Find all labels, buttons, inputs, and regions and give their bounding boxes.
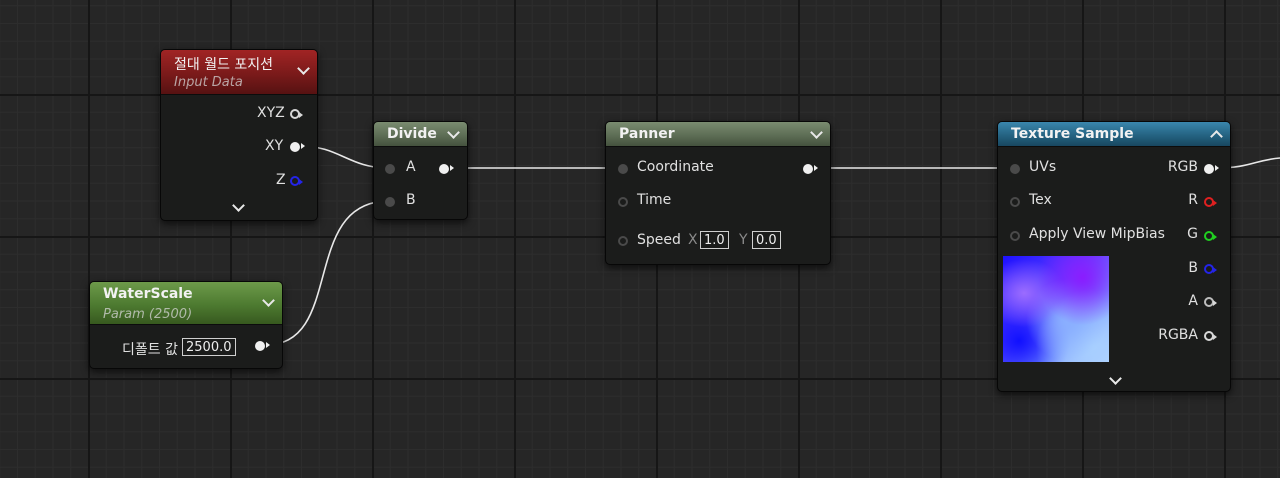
collapse-chevron-icon[interactable] (262, 294, 275, 307)
output-pin-b[interactable] (1204, 264, 1217, 274)
output-pin-rgb[interactable] (1204, 164, 1219, 174)
output-pin-rgba[interactable] (1204, 331, 1217, 341)
input-pin-coordinate[interactable] (618, 164, 628, 174)
water-scale-node[interactable]: WaterScale Param (2500) 디폴트 값 2500.0 (89, 281, 283, 369)
output-label-b: B (1188, 260, 1198, 276)
input-pin-b[interactable] (385, 197, 395, 207)
output-pin-g[interactable] (1204, 231, 1217, 241)
input-label-apply-view-mipbias: Apply View MipBias (1029, 226, 1165, 242)
output-pin-result[interactable] (439, 164, 454, 174)
texture-preview-thumbnail[interactable] (1003, 256, 1109, 362)
node-title: WaterScale (103, 286, 193, 302)
default-value-field[interactable]: 2500.0 (182, 338, 236, 356)
output-pin-r[interactable] (1204, 197, 1217, 207)
speed-x-axis-label: X (688, 232, 698, 248)
texture-sample-node[interactable]: Texture Sample UVs Tex Apply View MipBia… (997, 121, 1231, 392)
texture-sample-header[interactable]: Texture Sample (998, 122, 1230, 147)
output-label-a: A (1188, 293, 1198, 309)
water-scale-header[interactable]: WaterScale Param (2500) (90, 282, 282, 325)
output-pin-z[interactable] (290, 176, 303, 186)
node-title: 절대 월드 포지션 (174, 57, 274, 73)
input-label-b: B (406, 192, 416, 208)
expand-chevron-icon[interactable] (1109, 372, 1122, 385)
collapse-chevron-icon[interactable] (810, 126, 823, 139)
input-pin-a[interactable] (385, 164, 395, 174)
expand-chevron-icon[interactable] (232, 199, 245, 212)
input-pin-tex[interactable] (1010, 197, 1020, 207)
collapse-chevron-icon[interactable] (297, 62, 310, 75)
collapse-chevron-icon[interactable] (447, 126, 460, 139)
input-label-time: Time (637, 192, 672, 208)
output-label-xy: XY (265, 138, 284, 154)
output-label-r: R (1188, 192, 1198, 208)
node-subtitle: Input Data (174, 75, 243, 90)
world-position-node[interactable]: 절대 월드 포지션 Input Data XYZ XY Z (160, 49, 318, 221)
output-pin-panner[interactable] (803, 164, 818, 174)
world-position-header[interactable]: 절대 월드 포지션 Input Data (161, 50, 317, 95)
panner-header[interactable]: Panner (606, 122, 830, 147)
output-pin-a[interactable] (1204, 297, 1217, 307)
divide-header[interactable]: Divide (374, 122, 467, 147)
divide-node[interactable]: Divide A B (373, 121, 468, 220)
input-label-speed: Speed (637, 232, 681, 248)
input-label-coordinate: Coordinate (637, 159, 714, 175)
default-value-label: 디폴트 값 (122, 342, 178, 358)
node-title: Divide (387, 126, 437, 142)
collapse-chevron-icon[interactable] (1210, 130, 1223, 143)
output-label-xyz: XYZ (257, 105, 285, 121)
wire-waterscale-to-b[interactable] (265, 200, 390, 346)
speed-y-field[interactable]: 0.0 (752, 231, 781, 249)
node-subtitle: Param (2500) (103, 307, 193, 322)
input-pin-speed[interactable] (618, 236, 628, 246)
input-label-a: A (406, 159, 416, 175)
input-pin-time[interactable] (618, 197, 628, 207)
input-pin-uvs[interactable] (1010, 164, 1020, 174)
output-label-rgb: RGB (1167, 159, 1198, 175)
speed-x-field[interactable]: 1.0 (700, 231, 729, 249)
input-label-tex: Tex (1029, 192, 1052, 208)
output-pin-xy[interactable] (290, 142, 305, 152)
output-pin-value[interactable] (255, 341, 270, 351)
speed-y-axis-label: Y (739, 232, 748, 248)
node-title: Panner (619, 126, 675, 142)
output-label-z: Z (276, 172, 286, 188)
node-title: Texture Sample (1011, 126, 1134, 142)
input-pin-apply-view-mipbias[interactable] (1010, 231, 1020, 241)
panner-node[interactable]: Panner Coordinate Time Speed X 1.0 Y 0.0 (605, 121, 831, 265)
input-label-uvs: UVs (1029, 159, 1057, 175)
output-label-rgba: RGBA (1158, 327, 1198, 343)
output-pin-xyz[interactable] (290, 109, 303, 119)
output-label-g: G (1187, 226, 1198, 242)
